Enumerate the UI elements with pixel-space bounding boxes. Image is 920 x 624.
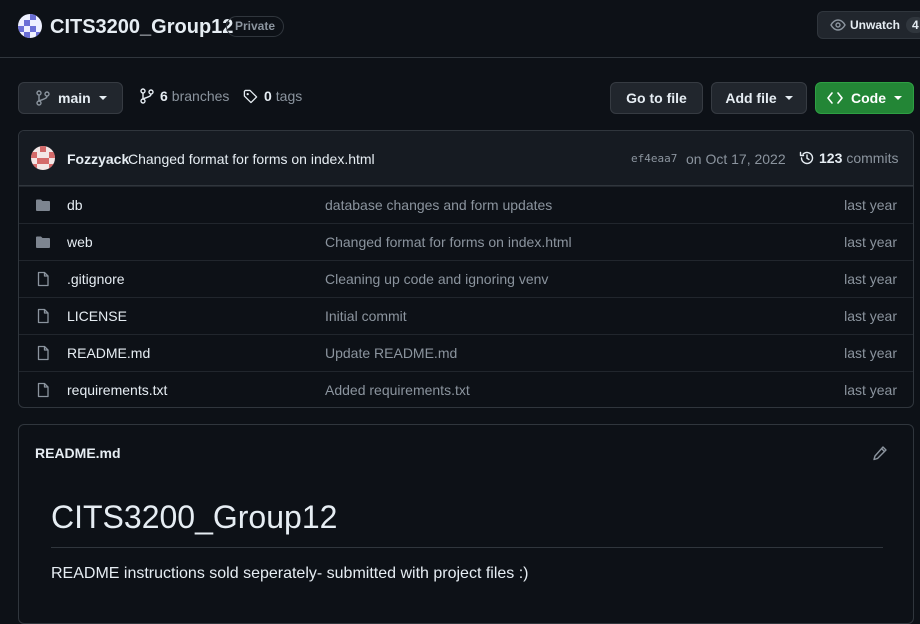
code-button[interactable]: Code [815, 82, 914, 114]
code-label: Code [851, 90, 886, 106]
pencil-icon[interactable] [872, 445, 888, 461]
repo-name-link[interactable]: CITS3200_Group12 [50, 14, 233, 40]
commit-sha-link[interactable]: ef4eaa7 [631, 152, 677, 165]
file-age: last year [844, 345, 897, 361]
branches-count: 6 [160, 88, 168, 104]
commit-author-link[interactable]: Fozzyack [67, 151, 129, 167]
chevron-down-icon [98, 96, 107, 100]
branches-label: branches [171, 88, 230, 104]
folder-icon [35, 234, 51, 250]
commits-label: commits [846, 150, 899, 166]
file-browser: Fozzyack Changed format for forms on ind… [18, 130, 914, 408]
readme-title[interactable]: README.md [35, 445, 121, 461]
commits-count: 123 [819, 150, 843, 166]
repo-owner-avatar[interactable] [18, 14, 42, 38]
file-row[interactable]: README.md Update README.md last year [19, 334, 913, 371]
add-file-label: Add file [725, 90, 777, 106]
file-commit-message-link[interactable]: Changed format for forms on index.html [325, 234, 572, 250]
go-to-file-button[interactable]: Go to file [610, 82, 703, 114]
file-name-link[interactable]: requirements.txt [67, 382, 167, 398]
file-icon [35, 345, 51, 361]
file-name-link[interactable]: LICENSE [67, 308, 127, 324]
file-age: last year [844, 197, 897, 213]
file-name-link[interactable]: web [67, 234, 93, 250]
file-commit-message-link[interactable]: Added requirements.txt [325, 382, 470, 398]
commit-message-link[interactable]: Changed format for forms on index.html [128, 151, 375, 167]
chevron-down-icon [784, 96, 793, 100]
latest-commit-bar: Fozzyack Changed format for forms on ind… [19, 131, 913, 186]
chevron-down-icon [894, 96, 902, 100]
file-icon [35, 271, 51, 287]
file-age: last year [844, 382, 897, 398]
commit-author-avatar[interactable] [31, 146, 55, 170]
branches-link[interactable]: 6 branches [140, 88, 229, 104]
unwatch-label: Unwatch [850, 18, 901, 32]
file-row[interactable]: .gitignore Cleaning up code and ignoring … [19, 260, 913, 297]
file-row[interactable]: db database changes and form updates last … [19, 186, 913, 223]
branch-select-button[interactable]: main [18, 82, 123, 114]
tags-count: 0 [264, 88, 272, 104]
git-branch-icon [140, 88, 154, 104]
folder-icon [35, 197, 51, 213]
file-name-link[interactable]: db [67, 197, 83, 213]
file-age: last year [844, 308, 897, 324]
file-commit-message-link[interactable]: Update README.md [325, 345, 457, 361]
file-row[interactable]: web Changed format for forms on index.htm… [19, 223, 913, 260]
watch-count: 4 [906, 17, 920, 33]
file-name-link[interactable]: README.md [67, 345, 150, 361]
file-row[interactable]: LICENSE Initial commit last year [19, 297, 913, 334]
file-age: last year [844, 234, 897, 250]
tags-link[interactable]: 0 tags [243, 88, 302, 104]
commits-history-link[interactable]: 123 commits [799, 150, 898, 166]
repo-header: CITS3200_Group12 Private Unwatch 4 [0, 0, 920, 58]
tags-label: tags [275, 88, 303, 104]
eye-icon [830, 19, 846, 31]
unwatch-button[interactable]: Unwatch 4 [817, 11, 920, 39]
readme-heading: CITS3200_Group12 [51, 497, 883, 548]
code-icon [827, 92, 843, 104]
readme-panel: README.md CITS3200_Group12 README instru… [18, 424, 914, 624]
add-file-button[interactable]: Add file [711, 82, 807, 114]
git-branch-icon [36, 90, 50, 106]
file-age: last year [844, 271, 897, 287]
history-icon [799, 151, 814, 165]
file-commit-message-link[interactable]: database changes and form updates [325, 197, 552, 213]
file-name-link[interactable]: .gitignore [67, 271, 125, 287]
visibility-badge: Private [226, 16, 285, 37]
branch-name: main [58, 90, 91, 106]
file-commit-message-link[interactable]: Cleaning up code and ignoring venv [325, 271, 548, 287]
file-row[interactable]: requirements.txt Added requirements.txt la… [19, 371, 913, 407]
file-commit-message-link[interactable]: Initial commit [325, 308, 407, 324]
readme-body: README instructions sold seperately- sub… [51, 565, 529, 582]
tag-icon [243, 89, 258, 103]
commit-date: on Oct 17, 2022 [686, 151, 786, 167]
file-icon [35, 382, 51, 398]
file-icon [35, 308, 51, 324]
